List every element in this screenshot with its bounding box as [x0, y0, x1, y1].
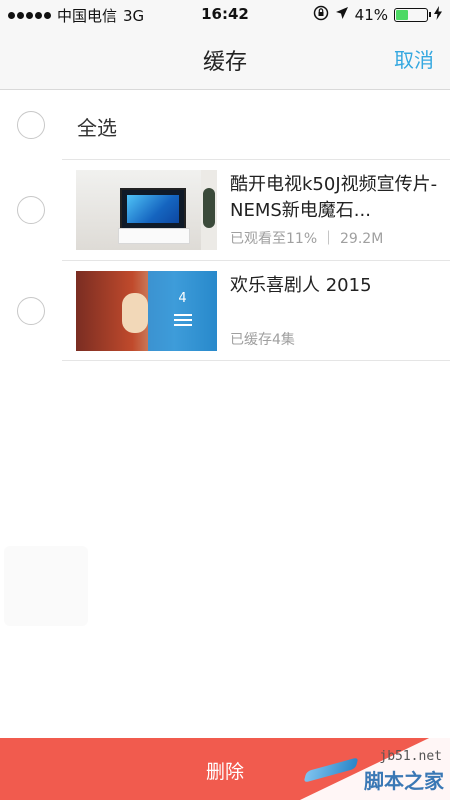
episode-count-overlay: 4: [148, 271, 217, 351]
cancel-button[interactable]: 取消: [394, 44, 434, 73]
episode-count: 4: [178, 291, 187, 306]
charging-bolt-icon: [434, 6, 442, 24]
item-title: 酷开电视k50J视频宣传片-NEMS新电魔石...: [230, 174, 438, 221]
list-item[interactable]: 酷开电视k50J视频宣传片-NEMS新电魔石... 已观看至11% ｜ 29.2…: [0, 160, 450, 260]
video-thumbnail[interactable]: [76, 170, 217, 250]
watermark: jb51.net 脚本之家: [300, 728, 450, 800]
battery-icon: [394, 8, 431, 22]
video-thumbnail[interactable]: 4: [76, 271, 217, 351]
select-all-checkbox[interactable]: [17, 111, 45, 139]
item-select-checkbox[interactable]: [17, 196, 45, 224]
tv-room-image: [76, 170, 217, 250]
status-bar: 中国电信 3G 16:42 41%: [0, 0, 450, 30]
faint-placeholder: [4, 546, 88, 626]
divider: [62, 360, 450, 361]
item-meta: 已观看至11% ｜ 29.2M: [230, 231, 384, 247]
page-title: 缓存: [202, 50, 247, 75]
orientation-lock-icon: [313, 5, 329, 25]
battery-percent: 41%: [354, 6, 388, 24]
nav-bar: 缓存 取消: [0, 30, 450, 90]
status-right: 41%: [313, 5, 442, 25]
location-arrow-icon: [335, 6, 349, 24]
item-title: 欢乐喜剧人 2015: [230, 275, 372, 296]
list-lines-icon: [174, 314, 192, 329]
watermark-url: jb51.net: [379, 749, 442, 764]
opera-image: 4: [76, 271, 217, 351]
item-meta: 已缓存4集: [230, 332, 295, 348]
watermark-name: 脚本之家: [364, 769, 444, 793]
list-item[interactable]: 4 欢乐喜剧人 2015 已缓存4集: [0, 261, 450, 361]
select-all-row[interactable]: 全选: [0, 92, 450, 158]
item-select-checkbox[interactable]: [17, 297, 45, 325]
battery-fill: [396, 10, 408, 20]
select-all-label: 全选: [77, 116, 117, 140]
